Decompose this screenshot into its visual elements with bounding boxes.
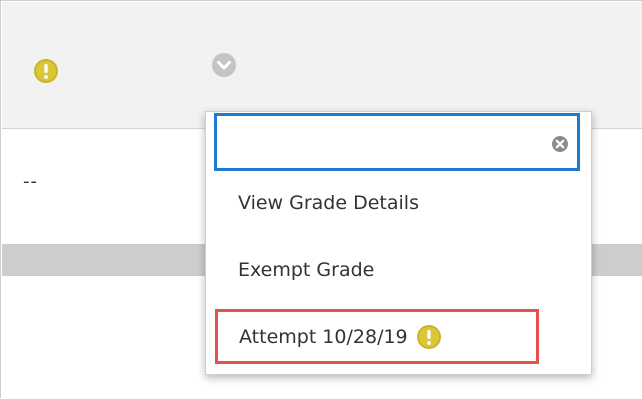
menu-item-label: Attempt 10/28/19 [239, 325, 408, 348]
grade-cell-value: -- [23, 171, 38, 192]
menu-item-view-grade-details[interactable]: View Grade Details [214, 176, 582, 230]
exclamation-circle-icon [416, 324, 441, 349]
menu-item-label: Exempt Grade [238, 259, 375, 281]
grid-header-row [2, 2, 642, 129]
exclamation-circle-icon [34, 59, 58, 83]
grade-context-menu: View Grade Details Exempt Grade Attempt … [205, 111, 592, 375]
menu-item-label: View Grade Details [238, 192, 419, 214]
menu-item-exempt-grade[interactable]: Exempt Grade [214, 243, 582, 297]
menu-item-attempt[interactable]: Attempt 10/28/19 [215, 309, 539, 364]
chevron-down-icon[interactable] [209, 50, 239, 80]
menu-search-box [214, 113, 580, 171]
clear-icon[interactable] [551, 135, 569, 153]
menu-search-input[interactable] [221, 120, 535, 162]
